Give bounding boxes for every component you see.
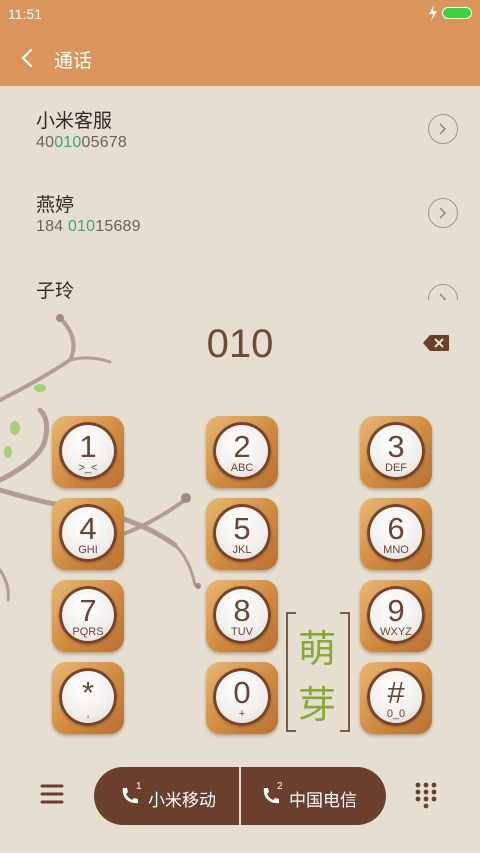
status-time: 11:51 (8, 6, 42, 22)
page-title: 通话 (54, 51, 93, 72)
contact-detail-button[interactable] (428, 284, 458, 300)
contact-name: 小米客服 (36, 111, 113, 132)
number-match-highlight: 010 (54, 134, 82, 151)
bottom-bar: 1 小米移动 2 中国电信 (0, 765, 480, 825)
contact-name: 燕婷 (36, 195, 75, 216)
charging-icon (429, 5, 437, 21)
contact-name: 子玲 (36, 281, 75, 300)
key-8[interactable]: 8 TUV (206, 580, 278, 652)
contact-results-list: 小米客服 4001005678 燕婷 184 01015689 子玲 (0, 86, 480, 300)
call-sim1-button[interactable]: 1 小米移动 (94, 767, 239, 825)
dialpad-icon[interactable] (414, 781, 438, 809)
number-match-highlight: 010 (67, 218, 96, 235)
key-4[interactable]: 4 GHI (52, 498, 124, 570)
theme-decoration: 萌 芽 (286, 612, 352, 732)
contact-row[interactable]: 燕婷 184 01015689 (0, 170, 480, 254)
key-6[interactable]: 6 MNO (360, 498, 432, 570)
contact-row[interactable]: 小米客服 4001005678 (0, 86, 480, 170)
sim1-label: 小米移动 (148, 791, 216, 810)
status-bar: 11:51 (0, 0, 480, 28)
chevron-right-icon (439, 123, 447, 135)
battery-icon (442, 7, 472, 19)
key-star[interactable]: *, (52, 662, 124, 734)
contact-row[interactable]: 子玲 (0, 254, 480, 300)
key-1[interactable]: 1 >_< (52, 416, 124, 488)
contact-number: 4001005678 (36, 134, 127, 151)
theme-char-2: 芽 (298, 683, 337, 727)
contact-number: 184 01015689 (36, 218, 141, 235)
back-arrow-icon[interactable] (18, 46, 38, 70)
chevron-right-icon (439, 207, 447, 219)
contact-detail-button[interactable] (428, 114, 458, 144)
call-buttons: 1 小米移动 2 中国电信 (94, 767, 386, 825)
call-sim2-button[interactable]: 2 中国电信 (241, 767, 386, 825)
contact-detail-button[interactable] (428, 198, 458, 228)
key-3[interactable]: 3 DEF (360, 416, 432, 488)
key-7[interactable]: 7 PQRS (52, 580, 124, 652)
menu-icon[interactable] (40, 783, 64, 805)
key-2[interactable]: 2 ABC (206, 416, 278, 488)
key-9[interactable]: 9 WXYZ (360, 580, 432, 652)
backspace-icon[interactable] (422, 334, 450, 352)
theme-char-1: 萌 (298, 627, 337, 671)
dialed-number-display: 010 (206, 322, 274, 366)
key-5[interactable]: 5 JKL (206, 498, 278, 570)
sim2-label: 中国电信 (289, 791, 357, 810)
key-hash[interactable]: #0_0 (360, 662, 432, 734)
key-0[interactable]: 0 + (206, 662, 278, 734)
chevron-right-icon (439, 293, 447, 300)
